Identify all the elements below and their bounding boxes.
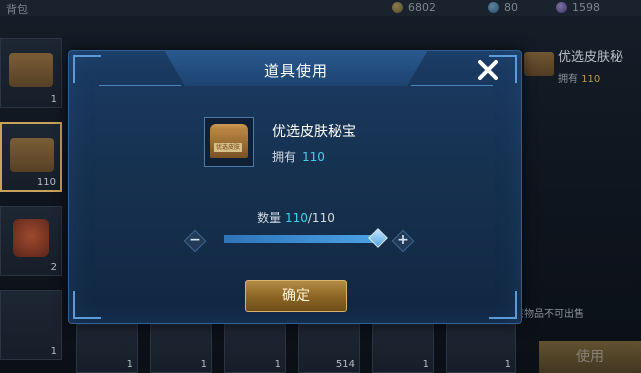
inventory-slot[interactable]: 1 (150, 324, 212, 373)
own-label: 拥有 (272, 150, 297, 164)
inventory-slot[interactable]: 1 (372, 324, 434, 373)
slot-count: 110 (36, 177, 56, 188)
decrease-button[interactable] (183, 229, 207, 253)
own-count: 110 (302, 150, 325, 164)
coin-icon (392, 2, 403, 13)
gem-count: 80 (504, 1, 518, 14)
slot-count: 1 (126, 359, 133, 370)
dialog-corner (489, 291, 517, 319)
quantity-line: 数量 110/110 (69, 209, 523, 226)
inventory-tab-label[interactable]: 背包 (6, 1, 28, 17)
slider-fill (224, 235, 379, 243)
title-divider (411, 85, 493, 86)
slot-count: 1 (422, 359, 429, 370)
slot-count: 2 (50, 262, 57, 273)
dialog-title: 道具使用 (263, 62, 328, 80)
inventory-slot[interactable]: 1 (446, 324, 516, 373)
increase-button[interactable] (391, 229, 415, 253)
chest-tag-label: 优选皮肤 (214, 143, 242, 152)
detail-own-line: 拥有 110 (558, 70, 600, 85)
inventory-slot[interactable]: 2 (0, 206, 62, 276)
dialog-corner (73, 291, 101, 319)
slot-count: 1 (504, 359, 511, 370)
confirm-button[interactable]: 确定 (245, 280, 347, 312)
chest-icon (10, 138, 54, 172)
inventory-slot[interactable]: 1 (0, 38, 62, 108)
coin-count: 6802 (408, 1, 436, 14)
inventory-slot[interactable]: 1 (76, 324, 138, 373)
close-button[interactable] (473, 55, 503, 85)
chest-icon (9, 53, 53, 87)
item-name: 优选皮肤秘宝 (272, 124, 356, 140)
quantity-total: /110 (307, 211, 335, 225)
slot-count: 1 (50, 94, 57, 105)
quantity-label: 数量 (257, 211, 282, 225)
title-divider (99, 85, 181, 86)
slot-count: 1 (200, 359, 207, 370)
slot-count: 514 (335, 359, 355, 370)
inventory-slot[interactable]: 1 (0, 290, 62, 360)
top-bar: 背包 6802 80 1598 (0, 0, 641, 16)
detail-own-count: 110 (581, 74, 601, 85)
use-button[interactable]: 使用 (539, 341, 641, 373)
quantity-current: 110 (284, 211, 308, 225)
inventory-slot[interactable]: 1 (224, 324, 286, 373)
chest-icon (524, 52, 554, 76)
detail-own-label: 拥有 (558, 74, 578, 85)
quantity-slider[interactable] (224, 235, 379, 243)
item-icon-frame: 优选皮肤 (204, 117, 254, 167)
slider-handle[interactable] (368, 228, 388, 248)
not-sellable-note: 该物品不可出售 (514, 309, 584, 320)
slot-count: 1 (50, 346, 57, 357)
inventory-slot[interactable]: 514 (298, 324, 360, 373)
item-detail-panel: 优选皮肤秘 拥有 110 该物品不可出售 (514, 40, 641, 330)
gem-icon (488, 2, 499, 13)
item-use-dialog: 道具使用 优选皮肤 优选皮肤秘宝 拥有 110 数量 110/110 − + 确定 (68, 50, 522, 324)
detail-item-name: 优选皮肤秘 (558, 50, 624, 65)
inventory-slot-selected[interactable]: 110 (0, 122, 62, 192)
close-icon (478, 60, 498, 80)
gift-box-icon (13, 219, 49, 257)
voucher-count: 1598 (572, 1, 600, 14)
slot-count: 1 (274, 359, 281, 370)
voucher-icon (556, 2, 567, 13)
own-line: 拥有 110 (272, 148, 325, 165)
